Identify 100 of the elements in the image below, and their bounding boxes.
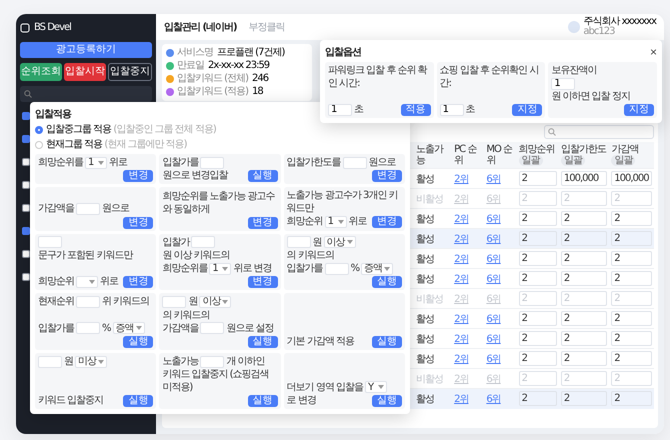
input-field[interactable]: 2: [518, 351, 557, 366]
apply-button[interactable]: 변경: [248, 276, 278, 288]
input-field[interactable]: 2: [611, 251, 652, 266]
checkbox[interactable]: [22, 250, 30, 258]
apply-button[interactable]: 변경: [123, 216, 154, 229]
rank-link[interactable]: 2위: [454, 174, 468, 184]
rank-link[interactable]: 6위: [486, 274, 501, 284]
rank-link[interactable]: 6위: [486, 334, 501, 344]
rank-link[interactable]: 2위: [454, 234, 468, 244]
input-field[interactable]: [191, 236, 216, 248]
close-button[interactable]: ×: [650, 45, 657, 59]
input-field[interactable]: 2: [611, 311, 652, 326]
input-field[interactable]: 2: [560, 271, 608, 286]
input-field[interactable]: [342, 156, 367, 169]
checkbox[interactable]: [22, 135, 30, 143]
input-field[interactable]: 2: [560, 251, 608, 266]
register-ad-button[interactable]: 광고등록하기: [20, 42, 152, 58]
checkbox[interactable]: [22, 204, 30, 212]
input-field[interactable]: [162, 296, 186, 308]
checkbox[interactable]: [22, 273, 30, 281]
rank-link[interactable]: 6위: [486, 174, 501, 184]
action-button[interactable]: 순위조회: [20, 63, 62, 81]
input-field[interactable]: 2: [611, 351, 652, 366]
input-field[interactable]: 2: [611, 331, 652, 346]
rank-link[interactable]: 2위: [454, 254, 468, 264]
input-field[interactable]: 2: [518, 171, 557, 186]
input-field[interactable]: 2: [560, 231, 608, 246]
input-field[interactable]: 1: [440, 104, 464, 116]
apply-button[interactable]: 실행: [248, 170, 278, 182]
apply-button[interactable]: 지정: [512, 104, 542, 116]
input-field[interactable]: [324, 262, 349, 275]
search-field[interactable]: [544, 125, 654, 139]
input-field[interactable]: [286, 236, 311, 248]
apply-button[interactable]: 변경: [123, 276, 154, 288]
input-field[interactable]: 2: [611, 211, 652, 226]
select-field[interactable]: 이상: [324, 236, 356, 248]
rank-link[interactable]: 6위: [486, 314, 501, 324]
rank-link[interactable]: 6위: [486, 354, 501, 364]
select-field[interactable]: 증액: [361, 262, 394, 275]
apply-button[interactable]: 지정: [624, 104, 654, 116]
select-field[interactable]: 이상: [199, 296, 232, 308]
apply-button[interactable]: 적용: [400, 104, 431, 116]
search-field[interactable]: [20, 86, 152, 102]
input-field[interactable]: 2: [560, 211, 608, 226]
input-field[interactable]: [76, 202, 100, 215]
apply-button[interactable]: 실행: [372, 276, 402, 288]
rank-link[interactable]: 2위: [454, 394, 468, 405]
action-button[interactable]: 입찰시작: [64, 63, 106, 81]
select-field[interactable]: 증액: [112, 322, 145, 334]
input-field[interactable]: 2: [611, 391, 652, 406]
input-field[interactable]: [76, 296, 100, 308]
input-field[interactable]: 100,000: [611, 171, 652, 186]
input-field[interactable]: [200, 356, 224, 368]
apply-button[interactable]: 변경: [248, 216, 278, 229]
header-tab[interactable]: 입찰관리 (네이버): [164, 20, 237, 34]
rank-link[interactable]: 6위: [486, 254, 501, 264]
apply-button[interactable]: 실행: [372, 395, 402, 408]
checkbox[interactable]: [22, 158, 30, 166]
apply-button[interactable]: 변경: [123, 170, 154, 182]
input-field[interactable]: 2: [518, 251, 557, 266]
select-field[interactable]: [76, 276, 98, 288]
checkbox[interactable]: [22, 227, 30, 235]
apply-button[interactable]: 실행: [123, 395, 154, 408]
input-field[interactable]: 2: [518, 211, 557, 226]
apply-button[interactable]: 실행: [248, 395, 278, 408]
apply-button[interactable]: 실행: [372, 336, 402, 348]
rank-link[interactable]: 2위: [454, 214, 468, 224]
input-field[interactable]: 2: [560, 311, 608, 326]
input-field[interactable]: 1: [328, 104, 352, 116]
apply-button[interactable]: 변경: [372, 216, 402, 228]
input-field[interactable]: 2: [611, 231, 652, 246]
rank-link[interactable]: 6위: [486, 214, 501, 224]
checkbox[interactable]: [22, 181, 30, 189]
select-field[interactable]: 미상: [75, 356, 107, 368]
input-field[interactable]: 2: [518, 311, 557, 326]
input-field[interactable]: [38, 236, 62, 248]
header-tab[interactable]: 부정클릭: [248, 20, 285, 34]
checkbox[interactable]: [22, 112, 30, 120]
select-field[interactable]: 1: [209, 262, 232, 275]
input-field[interactable]: 2: [518, 391, 557, 406]
rank-link[interactable]: 2위: [454, 354, 468, 364]
apply-button[interactable]: 실행: [123, 336, 154, 348]
input-field[interactable]: 1: [551, 78, 576, 90]
input-field[interactable]: 2: [518, 331, 557, 346]
radio-button[interactable]: [35, 141, 43, 149]
apply-button[interactable]: 변경: [372, 170, 402, 182]
input-field[interactable]: 2: [560, 331, 608, 346]
input-field[interactable]: [76, 322, 100, 334]
input-field[interactable]: 100,000: [560, 171, 608, 186]
radio-button[interactable]: [35, 126, 43, 134]
rank-link[interactable]: 2위: [454, 274, 468, 284]
input-field[interactable]: [200, 322, 224, 334]
input-field[interactable]: [38, 356, 62, 368]
rank-link[interactable]: 2위: [454, 314, 468, 324]
select-field[interactable]: Y: [365, 381, 388, 394]
input-field[interactable]: 2: [560, 391, 608, 406]
apply-button[interactable]: 실행: [248, 336, 278, 348]
input-field[interactable]: 2: [611, 271, 652, 286]
input-field[interactable]: [200, 156, 224, 168]
select-field[interactable]: 1: [85, 156, 107, 169]
